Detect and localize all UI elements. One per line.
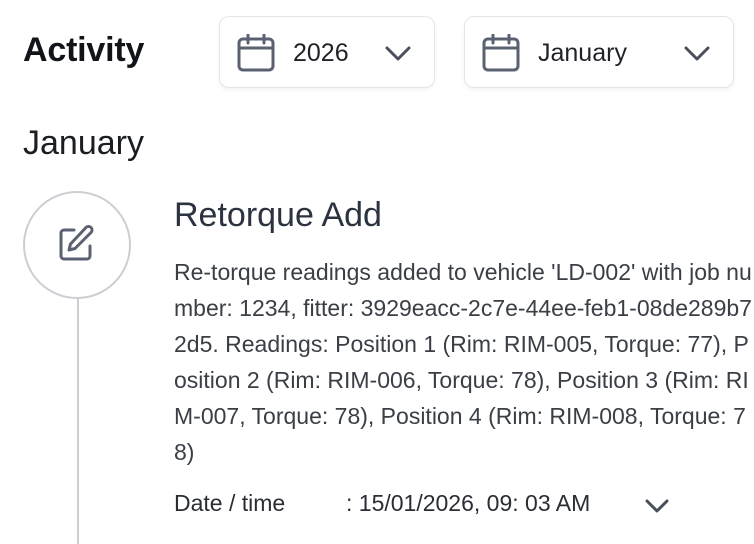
year-select[interactable]: 2026 [219,16,435,88]
edit-icon [59,224,94,261]
timeline-line [77,296,79,544]
section-heading: January [23,124,144,162]
chevron-down-icon [684,46,710,61]
datetime-value: : 15/01/2026, 09: 03 AM [346,490,591,516]
year-select-value: 2026 [293,39,349,67]
calendar-icon [482,34,520,72]
page-title: Activity [23,31,145,69]
month-select-value: January [538,39,627,67]
expand-chevron-icon[interactable] [644,497,670,515]
event-description: Re-torque readings added to vehicle 'LD-… [174,259,752,465]
month-select[interactable]: January [464,16,734,88]
datetime-label: Date / time [174,490,286,516]
timeline-marker [23,191,131,299]
activity-page: Activity 2026 January January Retorque A… [0,0,754,544]
chevron-down-icon [385,46,411,61]
event-title: Retorque Add [174,196,382,234]
calendar-icon [237,34,275,72]
